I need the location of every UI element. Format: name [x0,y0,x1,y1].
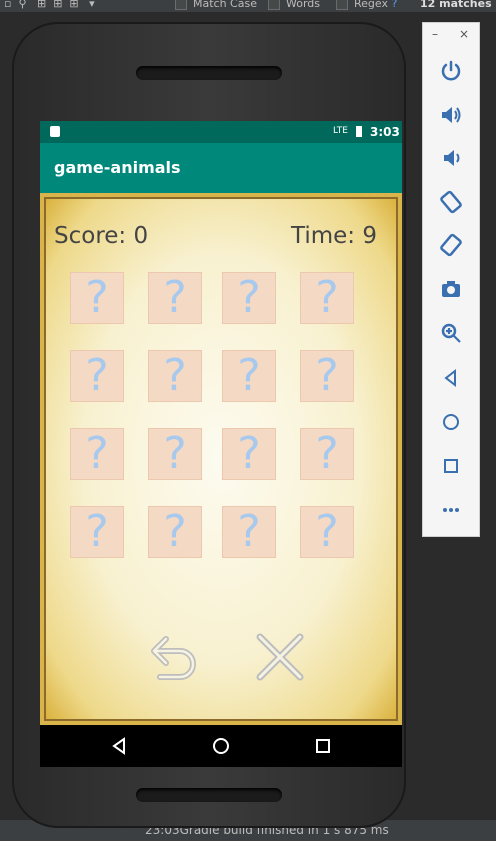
android-status-bar: LTE 3:03 [40,121,402,143]
time-display: Time: 9 [291,223,377,249]
memory-card[interactable]: ? [301,429,353,479]
sim-card-icon [50,126,60,137]
overview-icon[interactable] [437,452,465,480]
regex-option[interactable]: Regex ? [336,0,397,10]
memory-card[interactable]: ? [223,429,275,479]
score-display: Score: 0 [54,223,148,249]
regex-checkbox[interactable] [336,0,348,10]
regex-help-link[interactable]: ? [391,0,397,10]
match-case-option[interactable]: Match Case [175,0,257,10]
home-icon[interactable] [210,735,232,757]
phone-frame: LTE 3:03 game-animals Score: 0 Time: 9 ?… [12,22,406,828]
ide-toolbar-icons[interactable]: ▫ ⚲ ⊞ ⊞ ⊞ ▾ [4,0,95,10]
memory-card[interactable]: ? [149,429,201,479]
memory-card[interactable]: ? [149,273,201,323]
memory-card[interactable]: ? [71,429,123,479]
signal-icon: LTE [333,126,348,136]
memory-card[interactable]: ? [149,507,201,557]
phone-screen: LTE 3:03 game-animals Score: 0 Time: 9 ?… [40,121,402,767]
words-option[interactable]: Words [268,0,320,10]
more-icon[interactable] [437,496,465,524]
back-icon[interactable] [109,735,131,757]
volume-up-icon[interactable] [437,101,465,129]
clock: 3:03 [370,125,400,139]
words-label: Words [286,0,321,10]
regex-label: Regex [354,0,388,10]
memory-card[interactable]: ? [223,351,275,401]
time-label: Time: [291,223,356,249]
memory-card[interactable]: ? [71,273,123,323]
game-board: Score: 0 Time: 9 ???????????????? [40,193,402,725]
memory-card[interactable]: ? [223,273,275,323]
android-nav-bar [40,725,402,767]
rotate-left-icon[interactable] [437,188,465,216]
power-icon[interactable] [437,57,465,85]
score-label: Score: [54,223,127,249]
volume-down-icon[interactable] [437,144,465,172]
bottom-speaker [136,788,282,802]
battery-icon [356,126,362,137]
zoom-icon[interactable] [437,319,465,347]
home-icon[interactable] [437,408,465,436]
rotate-right-icon[interactable] [437,231,465,259]
app-title: game-animals [54,158,181,177]
undo-icon[interactable] [144,631,200,683]
overview-icon[interactable] [312,735,334,757]
match-case-checkbox[interactable] [175,0,187,10]
memory-card[interactable]: ? [71,351,123,401]
close-icon[interactable] [252,631,308,683]
memory-card[interactable]: ? [71,507,123,557]
memory-card[interactable]: ? [223,507,275,557]
camera-icon[interactable] [437,275,465,303]
memory-card[interactable]: ? [301,507,353,557]
minimize-button[interactable]: – [432,27,438,41]
words-checkbox[interactable] [268,0,280,10]
memory-card[interactable]: ? [149,351,201,401]
back-icon[interactable] [437,364,465,392]
ide-find-toolbar: ▫ ⚲ ⊞ ⊞ ⊞ ▾ Match Case Words Regex ? 12 … [0,0,496,12]
top-speaker [136,66,282,80]
memory-card[interactable]: ? [301,273,353,323]
match-case-label: Match Case [193,0,257,10]
app-bar: game-animals [40,143,402,193]
score-value: 0 [133,223,149,249]
close-button[interactable]: × [459,27,469,41]
time-value: 9 [362,223,377,249]
memory-card[interactable]: ? [301,351,353,401]
emulator-toolbar: – × [422,22,480,537]
match-count: 12 matches [420,0,492,10]
